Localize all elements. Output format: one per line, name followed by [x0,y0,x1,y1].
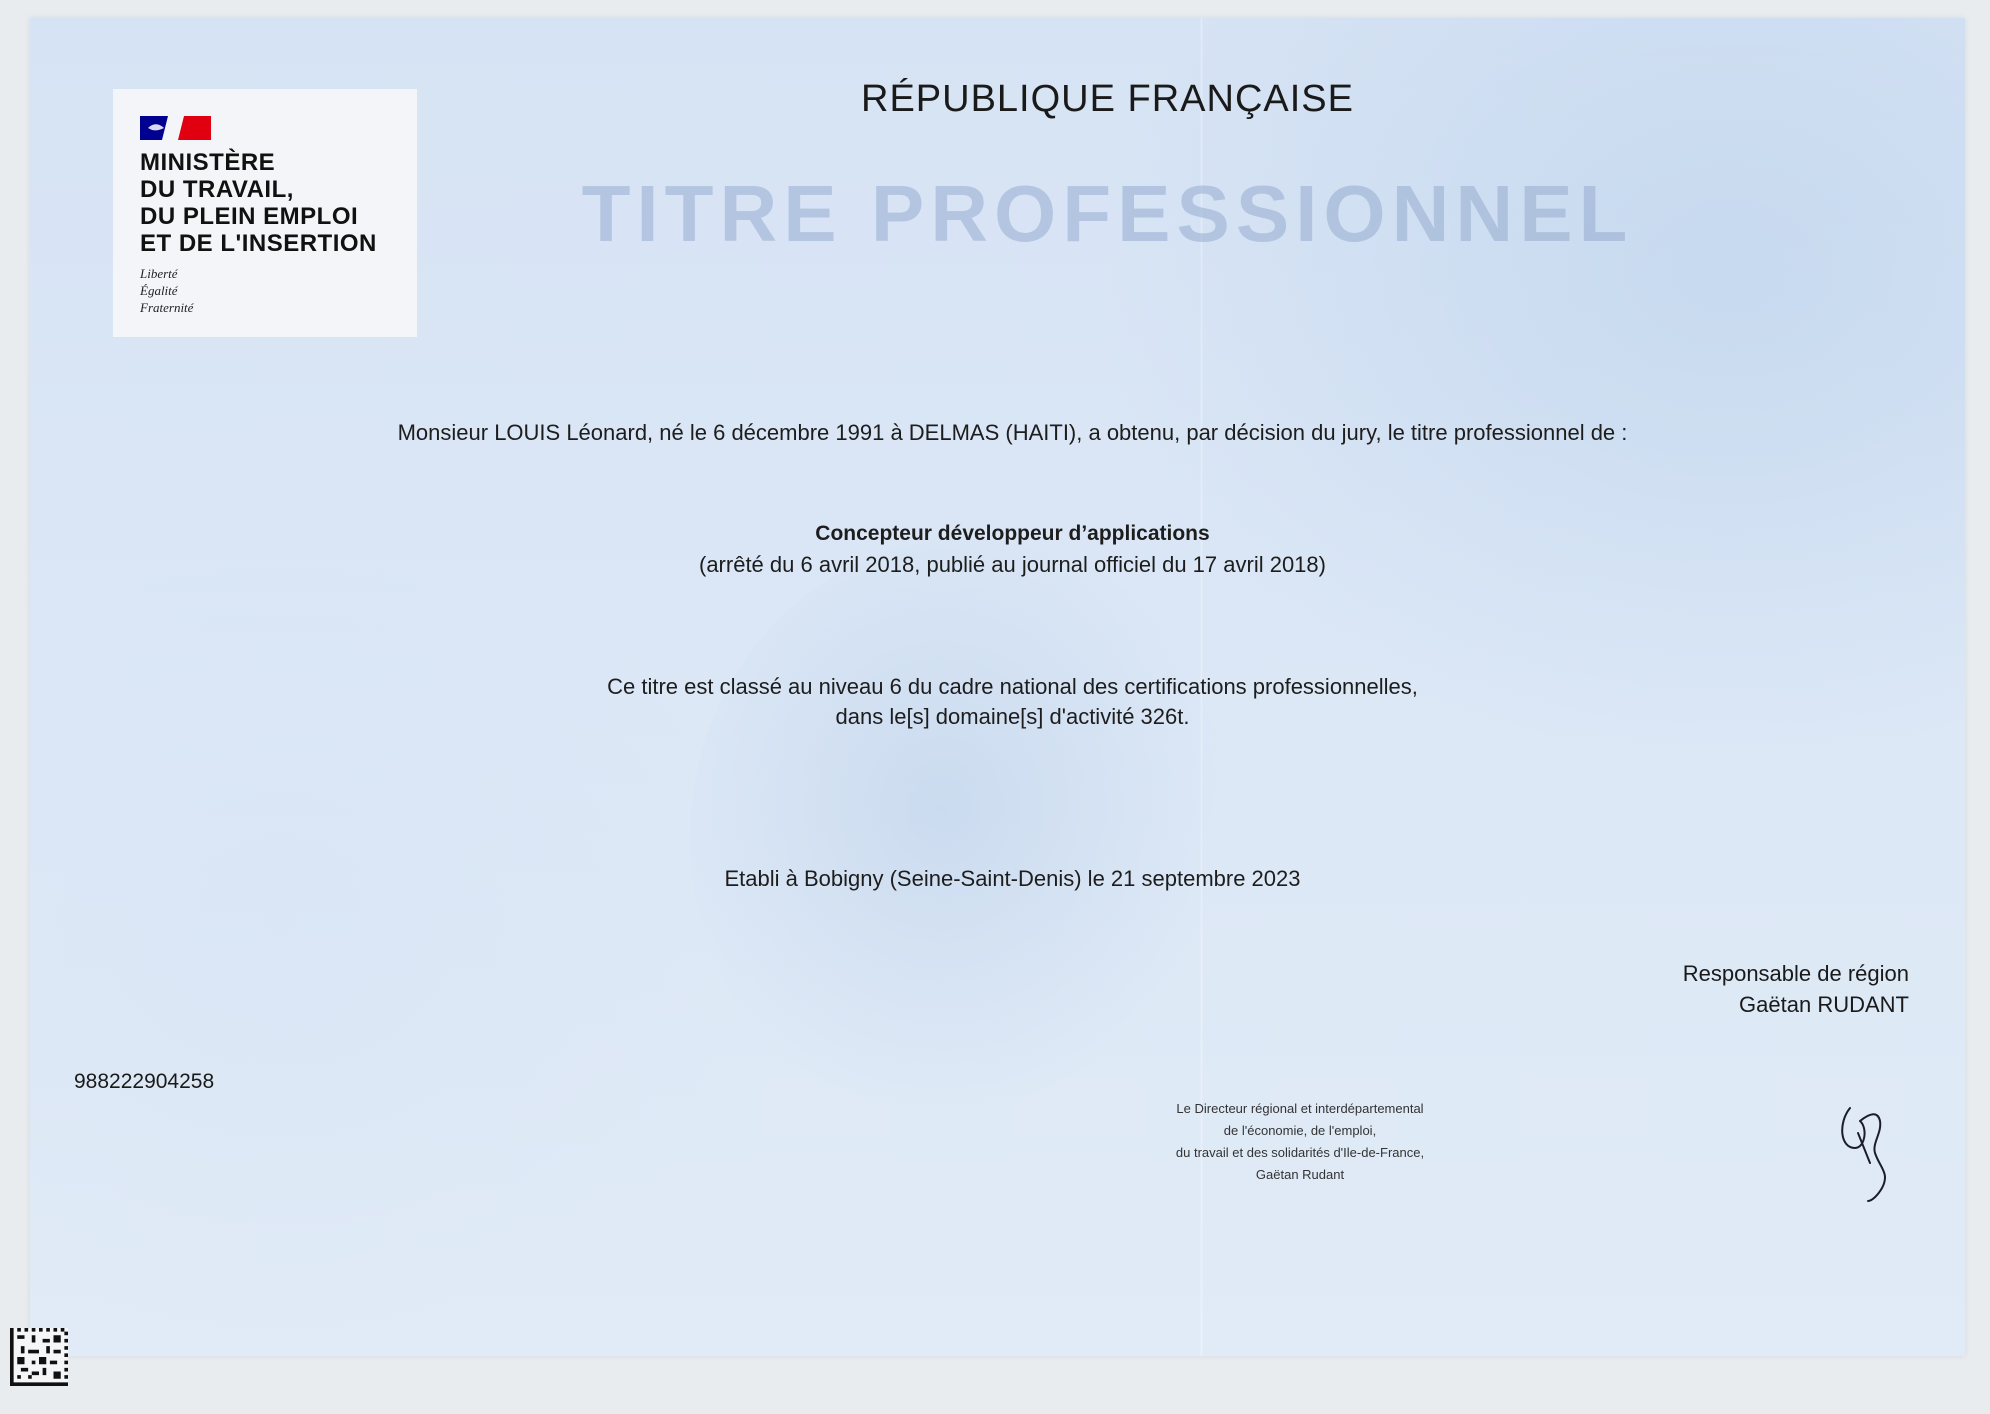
motto-egalite: Égalité [140,283,178,298]
activity-domain: dans le[s] domaine[s] d'activité 326t. [835,704,1190,729]
issue-place-date: Etabli à Bobigny (Seine-Saint-Denis) le … [724,866,1301,891]
certificate-paper: MINISTÈRE DU TRAVAIL, DU PLEIN EMPLOI ET… [30,18,1965,1356]
republique-heading: RÉPUBLIQUE FRANÇAISE [861,78,1354,120]
director-line: Gaëtan Rudant [1255,1167,1345,1182]
diploma-title: Concepteur développeur d’applications [815,522,1210,545]
director-line: Le Directeur régional et interdépartemen… [1176,1101,1424,1116]
datamatrix-code [10,1328,68,1386]
recipient-statement: Monsieur LOUIS Léonard, né le 6 décembre… [397,420,1628,445]
level-statement: Ce titre est classé au niveau 6 du cadre… [607,674,1418,699]
motto-liberte: Liberté [140,266,178,281]
motto-fraternite: Fraternité [140,300,194,315]
director-line: du travail et des solidarités d'Ile-de-F… [1175,1145,1425,1160]
handwritten-signature [1841,1107,1886,1202]
signatory-role: Responsable de région [1682,961,1909,986]
titre-professionnel-heading: TITRE PROFESSIONNEL [581,169,1634,258]
signatory-block: Responsable de région Gaëtan RUDANT [1683,958,1909,1020]
director-stamp: Le Directeur régional et interdépartemen… [1090,1098,1510,1186]
certificate-number: 988222904258 [74,1070,215,1093]
arrete-reference: (arrêté du 6 avril 2018, publié au journ… [699,552,1326,577]
signatory-name: Gaëtan RUDANT [1739,992,1909,1017]
marianne-watermark [690,538,1250,1138]
republic-motto: Liberté Égalité Fraternité [140,265,193,316]
director-line: de l'économie, de l'emploi, [1223,1123,1377,1138]
